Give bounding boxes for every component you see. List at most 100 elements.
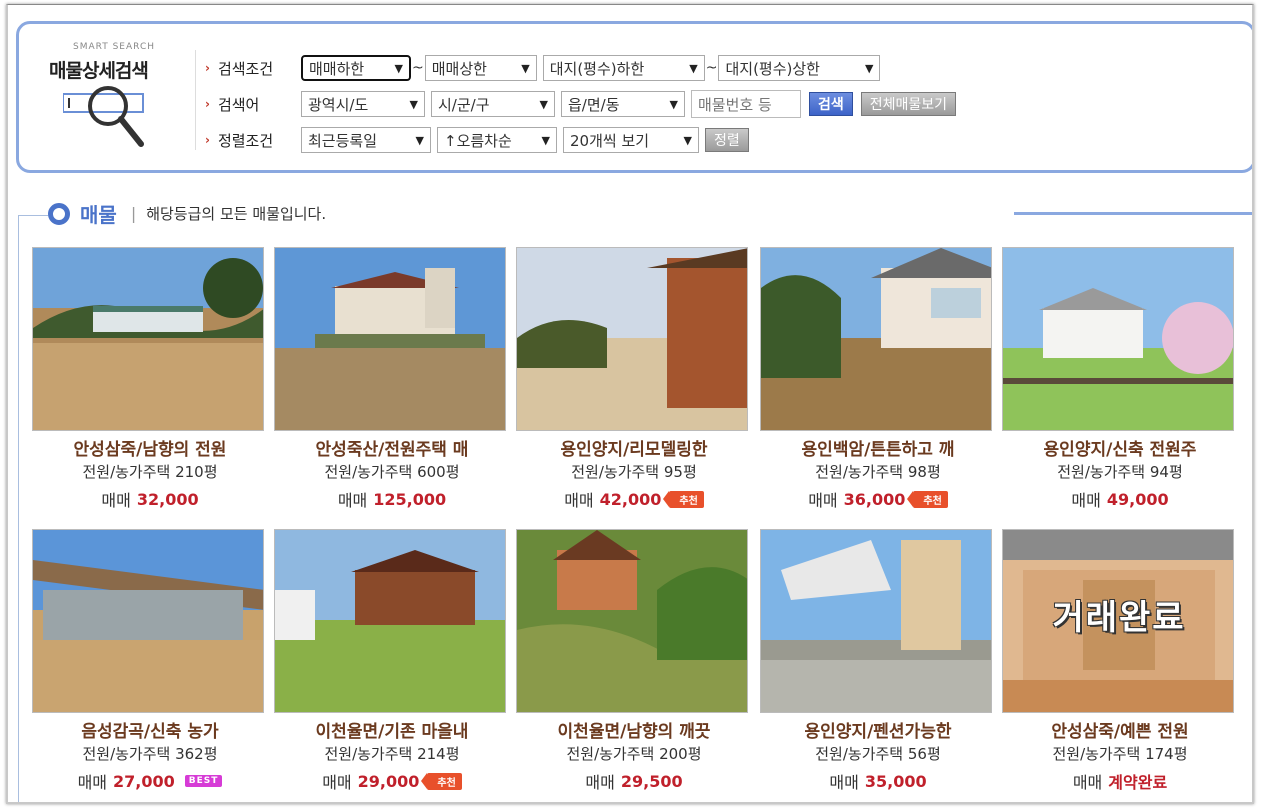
listing-title[interactable]: 용인백암/튼튼하고 깨 (760, 435, 996, 460)
listing-price: 매매 36,000 추천 (760, 487, 996, 511)
listing-card[interactable]: 용인양지/펜션가능한 전원/농가주택 56평 매매 35,000 (760, 529, 996, 799)
listing-photo[interactable] (1002, 247, 1234, 431)
listing-card[interactable]: 음성감곡/신축 농가 전원/농가주택 362평 매매 27,000 BEST (32, 529, 268, 799)
listing-price: 매매 계약완료 (1002, 769, 1238, 793)
listing-type: 전원/농가주택 362평 (82, 745, 218, 763)
page-frame: SMART SEARCH 매물상세검색 › 검색조건 매매하한 ▼ ~ 매매상한 ▼ … (6, 4, 1254, 804)
price-min-select[interactable]: 매매하한 ▼ (301, 55, 411, 81)
land-max-select[interactable]: 대지(평수)상한 ▼ (718, 55, 881, 81)
price-value: 125,000 (373, 489, 447, 509)
price-min-value: 매매하한 (309, 59, 365, 78)
listing-type: 전원/농가주택 56평 (815, 745, 941, 763)
price-value: 29,500 (620, 771, 683, 791)
sort-label: › 정렬조건 (205, 130, 301, 151)
listing-card[interactable]: 안성삼죽/남향의 전원 전원/농가주택 210평 매매 32,000 (32, 247, 268, 517)
listing-title[interactable]: 용인양지/펜션가능한 (760, 717, 996, 742)
ring-bullet-icon (48, 202, 70, 225)
sold-overlay: 거래완료 (1052, 598, 1186, 638)
listing-card[interactable]: 이천율면/기존 마을내 전원/농가주택 214평 매매 29,000 추천 (274, 529, 510, 799)
listing-photo[interactable] (32, 247, 264, 431)
section-title: 매물 (80, 203, 117, 227)
section-description: 해당등급의 모든 매물입니다. (146, 205, 327, 223)
listing-title[interactable]: 용인양지/리모델링한 (516, 435, 752, 460)
search-condition-text: 검색조건 (217, 59, 274, 78)
sort-field-value: 최근등록일 (308, 131, 378, 150)
land-min-value: 대지(평수)하한 (549, 59, 645, 78)
page-size-select[interactable]: 20개씩 보기 ▼ (563, 127, 699, 153)
arrow-right-icon: › (205, 61, 210, 75)
listing-photo[interactable] (516, 247, 748, 431)
recommend-badge: 추천 (907, 490, 948, 508)
price-label: 매매 (808, 491, 838, 510)
listing-price: 매매 35,000 (760, 769, 996, 793)
search-button[interactable]: 검색 (809, 92, 853, 116)
listing-card[interactable]: 거래완료 안성삼죽/예쁜 전원 전원/농가주택 174평 매매 계약완료 (1002, 529, 1238, 799)
sort-button[interactable]: 정렬 (705, 128, 749, 152)
listing-photo[interactable] (274, 247, 506, 431)
listing-price: 매매 29,500 (516, 769, 752, 793)
price-value: 36,000 (843, 489, 906, 509)
listing-card[interactable]: 용인백암/튼튼하고 깨 전원/농가주택 98평 매매 36,000 추천 (760, 247, 996, 517)
listing-card[interactable]: 용인양지/신축 전원주 전원/농가주택 94평 매매 49,000 (1002, 247, 1238, 517)
listing-card[interactable]: 이천율면/남향의 깨끗 전원/농가주택 200평 매매 29,500 (516, 529, 752, 799)
page-size-value: 20개씩 보기 (570, 131, 650, 150)
price-max-select[interactable]: 매매상한 ▼ (424, 55, 537, 81)
sort-order-value: ↑오름차순 (444, 131, 512, 150)
listing-photo[interactable] (760, 529, 992, 713)
town-select[interactable]: 읍/면/동 ▼ (561, 91, 685, 117)
sort-row: › 정렬조건 최근등록일 ▼ ↑오름차순 ▼ 20개씩 보기 ▼ 정렬 (205, 126, 749, 154)
listing-price: 매매 42,000 추천 (516, 487, 752, 511)
price-label: 매매 (585, 773, 615, 792)
price-label: 매매 (1071, 491, 1101, 510)
range-tilde: ~ (705, 60, 718, 76)
chevron-down-icon: ▼ (669, 97, 678, 111)
listing-photo[interactable] (760, 247, 992, 431)
recommend-badge: 추천 (421, 772, 462, 790)
listing-photo[interactable]: 거래완료 (1002, 529, 1234, 713)
chevron-down-icon: ▼ (415, 133, 424, 147)
keyword-input[interactable]: 매물번호 등 (691, 90, 801, 118)
section-line-right (1014, 212, 1252, 215)
listing-title[interactable]: 이천율면/기존 마을내 (274, 717, 510, 742)
city-select[interactable]: 시/군/구 ▼ (431, 91, 555, 117)
chevron-down-icon: ▼ (689, 61, 698, 75)
listing-type: 전원/농가주택 95평 (571, 463, 697, 481)
listing-price: 매매 27,000 BEST (32, 769, 268, 793)
listing-title[interactable]: 안성죽산/전원주택 매 (274, 435, 510, 460)
price-label: 매매 (337, 491, 368, 510)
listing-price: 매매 125,000 (274, 487, 510, 511)
province-select[interactable]: 광역시/도 ▼ (301, 91, 425, 117)
view-all-button[interactable]: 전체매물보기 (860, 92, 957, 116)
price-value: 32,000 (136, 489, 199, 509)
listing-title[interactable]: 이천율면/남향의 깨끗 (516, 717, 752, 742)
listing-title[interactable]: 용인양지/신축 전원주 (1002, 435, 1238, 460)
listing-photo[interactable] (32, 529, 264, 713)
chevron-down-icon: ▼ (521, 61, 530, 75)
listing-type: 전원/농가주택 200평 (566, 745, 702, 763)
search-condition-label: › 검색조건 (205, 58, 301, 79)
listing-photo[interactable] (516, 529, 748, 713)
listing-title[interactable]: 안성삼죽/예쁜 전원 (1002, 717, 1238, 742)
chevron-down-icon: ▼ (409, 97, 418, 111)
price-label: 매매 (564, 491, 594, 510)
land-min-select[interactable]: 대지(평수)하한 ▼ (542, 55, 705, 81)
price-value: 27,000 (113, 771, 175, 791)
chevron-down-icon: ▼ (541, 133, 550, 147)
city-value: 시/군/구 (438, 95, 490, 114)
sort-field-select[interactable]: 최근등록일 ▼ (301, 127, 431, 153)
price-label: 매매 (77, 773, 108, 792)
listing-title[interactable]: 음성감곡/신축 농가 (32, 717, 268, 742)
listing-price: 매매 32,000 (32, 487, 268, 511)
listing-title[interactable]: 안성삼죽/남향의 전원 (32, 435, 268, 460)
listing-type: 전원/농가주택 214평 (324, 745, 460, 763)
recommend-badge: 추천 (663, 490, 704, 508)
listing-card[interactable]: 안성죽산/전원주택 매 전원/농가주택 600평 매매 125,000 (274, 247, 510, 517)
sort-order-select[interactable]: ↑오름차순 ▼ (437, 127, 557, 153)
listing-card[interactable]: 용인양지/리모델링한 전원/농가주택 95평 매매 42,000 추천 (516, 247, 752, 517)
price-label: 매매 (1072, 773, 1103, 792)
section-border-left (18, 215, 19, 802)
listing-photo[interactable] (274, 529, 506, 713)
search-keyword-label: › 검색어 (205, 94, 301, 115)
price-max-value: 매매상한 (431, 59, 487, 78)
land-max-value: 대지(평수)상한 (725, 59, 820, 78)
